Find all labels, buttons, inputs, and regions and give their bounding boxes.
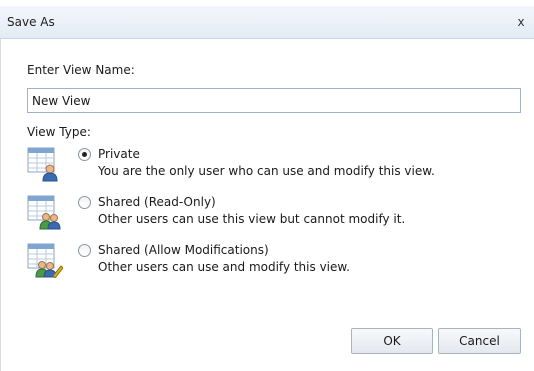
title-bar: Save As x	[0, 6, 534, 39]
option-title: Shared (Read-Only)	[98, 195, 216, 209]
shared-modify-view-icon	[27, 243, 63, 278]
option-description: You are the only user who can use and mo…	[98, 164, 435, 178]
close-button[interactable]: x	[514, 14, 528, 30]
view-type-label: View Type:	[27, 125, 91, 139]
view-type-option-private[interactable]: Private You are the only user who can us…	[27, 145, 517, 185]
private-view-icon	[27, 147, 58, 182]
option-title: Shared (Allow Modifications)	[98, 243, 269, 257]
save-as-dialog: Save As x Enter View Name: View Type: Pr…	[0, 0, 534, 371]
view-type-option-shared-readonly[interactable]: Shared (Read-Only) Other users can use t…	[27, 193, 517, 233]
view-name-label: Enter View Name:	[27, 63, 135, 77]
view-name-input[interactable]	[27, 88, 521, 113]
dialog-title: Save As	[7, 15, 55, 29]
radio-shared-modify[interactable]	[78, 244, 91, 257]
option-description: Other users can use this view but cannot…	[98, 212, 406, 226]
radio-private[interactable]	[78, 148, 91, 161]
radio-shared-readonly[interactable]	[78, 196, 91, 209]
view-type-option-shared-modify[interactable]: Shared (Allow Modifications) Other users…	[27, 241, 517, 281]
ok-button[interactable]: OK	[351, 328, 433, 354]
dialog-body: Enter View Name: View Type: Private You …	[0, 39, 534, 371]
option-description: Other users can use and modify this view…	[98, 260, 350, 274]
option-title: Private	[98, 147, 140, 161]
shared-readonly-view-icon	[27, 195, 61, 230]
cancel-button[interactable]: Cancel	[438, 328, 521, 354]
